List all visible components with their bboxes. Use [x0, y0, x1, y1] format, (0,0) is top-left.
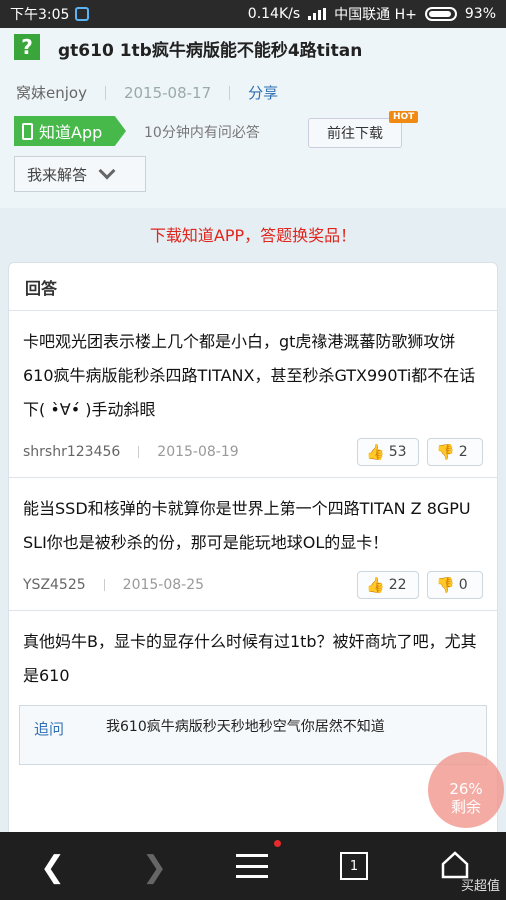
carrier: 中国联通 H+ [334, 7, 417, 23]
downvote-button[interactable]: 👎 0 [427, 571, 483, 599]
answers-panel: 回答 卡吧观光团表示楼上几个都是小白，gt虎禒港溉蕃防歌狮攻饼610疯牛病版能秒… [8, 262, 498, 842]
thumbs-down-icon: 👎 [436, 443, 455, 461]
answer-item: 真他妈牛B，显卡的显存什么时候有过1tb？被奸商坑了吧，尤其是610 [9, 611, 497, 705]
upvote-button[interactable]: 👍 22 [357, 571, 419, 599]
notification-dot [274, 840, 281, 847]
progress-percent: 26% [449, 780, 483, 798]
answer-text: 真他妈牛B，显卡的显存什么时候有过1tb？被奸商坑了吧，尤其是610 [23, 632, 477, 685]
status-time: 下午3:05 [10, 7, 70, 23]
answer-toggle-label: 我来解答 [27, 165, 88, 184]
progress-label: 剩余 [450, 798, 481, 816]
divider [104, 85, 106, 100]
answer-text: 能当SSD和核弹的卡就算你是世界上第一个四路TITAN Z 8GPU SLI你也… [23, 499, 471, 552]
chevron-down-icon [98, 162, 116, 180]
thumbs-up-icon: 👍 [366, 576, 385, 594]
divider [138, 446, 140, 458]
battery-level: 93% [464, 6, 496, 22]
answer-date: 2015-08-19 [157, 444, 239, 460]
followup-box: 追问 我610疯牛病版秒天秒地秒空气你居然不知道 [19, 705, 487, 765]
menu-icon[interactable] [236, 854, 268, 878]
upvote-count: 53 [388, 444, 407, 460]
question-icon: ? [14, 34, 40, 60]
question-header: ? gt610 1tb疯牛病版能不能秒4路titan 窝妹enjoy 2015-… [0, 28, 506, 208]
followup-label: 追问 [34, 720, 65, 738]
watermark: 买超值 [460, 879, 500, 894]
answers-header: 回答 [9, 263, 497, 311]
download-button[interactable]: 前往下载 [308, 118, 402, 148]
answer-footer: YSZ4525 2015-08-25 👍 22 👎 0 [23, 560, 483, 610]
reading-progress-indicator[interactable]: 26% 剩余 [428, 752, 504, 828]
downvote-count: 0 [458, 577, 468, 593]
divider [103, 579, 105, 591]
answer-toggle-button[interactable]: 我来解答 [14, 156, 146, 192]
answer-text: 卡吧观光团表示楼上几个都是小白，gt虎禒港溉蕃防歌狮攻饼610疯牛病版能秒杀四路… [23, 332, 476, 419]
question-author[interactable]: 窝妹enjoy [16, 82, 87, 103]
answer-user[interactable]: YSZ4525 [23, 577, 86, 593]
thumbs-down-icon: 👎 [436, 576, 455, 594]
app-tip: 10分钟内有问必答 [144, 125, 260, 141]
phone-icon [22, 122, 33, 140]
answer-date: 2015-08-25 [122, 577, 205, 593]
share-link[interactable]: 分享 [248, 82, 278, 103]
downvote-button[interactable]: 👎 2 [427, 438, 483, 466]
forward-icon[interactable]: ❯ [142, 850, 167, 885]
answer-footer: shrshr123456 2015-08-19 👍 53 👎 2 [23, 427, 483, 477]
bottom-nav: ❮ ❯ 1 买超值 [0, 832, 506, 900]
battery-icon [424, 7, 457, 21]
network-speed: 0.14K/s [247, 6, 301, 22]
divider [229, 85, 231, 100]
question-meta: 窝妹enjoy 2015-08-17 分享 [16, 82, 278, 103]
upvote-button[interactable]: 👍 53 [357, 438, 419, 466]
notification-icon [75, 7, 90, 21]
upvote-count: 22 [388, 577, 407, 593]
thumbs-up-icon: 👍 [366, 443, 385, 461]
app-button-label: 知道App [39, 123, 103, 142]
followup-text: 我610疯牛病版秒天秒地秒空气你居然不知道 [106, 719, 385, 735]
tabs-button[interactable]: 1 [340, 852, 368, 880]
answer-item: 能当SSD和核弹的卡就算你是世界上第一个四路TITAN Z 8GPU SLI你也… [9, 478, 497, 611]
vote-group: 👍 53 👎 2 [357, 438, 483, 466]
downvote-count: 2 [458, 444, 468, 460]
hot-badge: HOT [389, 111, 419, 123]
question-date: 2015-08-17 [123, 83, 212, 102]
back-icon[interactable]: ❮ [40, 850, 65, 885]
zhidao-app-button[interactable]: 知道App [14, 116, 126, 146]
promo-banner[interactable]: 下载知道APP，答题换奖品！ [0, 222, 506, 246]
question-title: gt610 1tb疯牛病版能不能秒4路titan [58, 41, 363, 61]
answer-user[interactable]: shrshr123456 [23, 444, 120, 460]
signal-icon [308, 8, 327, 20]
answer-item: 卡吧观光团表示楼上几个都是小白，gt虎禒港溉蕃防歌狮攻饼610疯牛病版能秒杀四路… [9, 311, 497, 478]
vote-group: 👍 22 👎 0 [357, 571, 483, 599]
status-bar: 下午3:05 0.14K/s 中国联通 H+ 93% [0, 0, 506, 28]
